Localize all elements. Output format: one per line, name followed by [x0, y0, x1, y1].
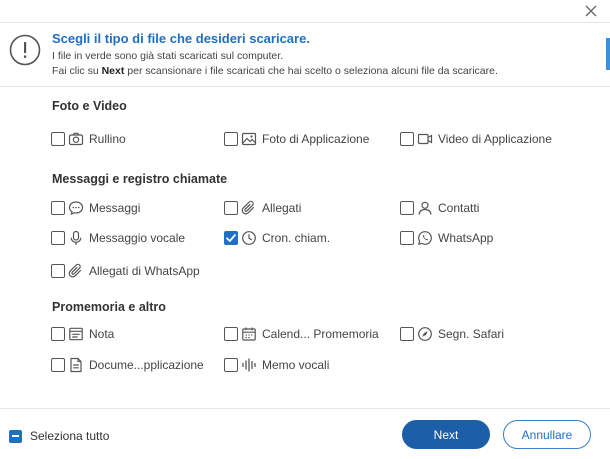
checkbox[interactable]: [224, 358, 238, 372]
option-label: Allegati: [262, 201, 302, 215]
check-icon: [226, 234, 236, 242]
option-label: Foto di Applicazione: [262, 132, 370, 146]
option-label: Nota: [89, 327, 115, 341]
option-video-applicazione[interactable]: Video di Applicazione: [400, 130, 552, 148]
checkbox[interactable]: [400, 327, 414, 341]
exclamation-icon: [9, 34, 41, 66]
close-button[interactable]: [582, 2, 600, 20]
checkbox[interactable]: [51, 231, 65, 245]
banner-text-line2: Fai clic su Next per scansionare i file …: [52, 65, 498, 77]
checkbox[interactable]: [400, 201, 414, 215]
option-allegati[interactable]: Allegati: [224, 199, 301, 217]
option-rullino[interactable]: Rullino: [51, 130, 126, 148]
clock-icon: [241, 230, 257, 246]
checkbox[interactable]: [400, 132, 414, 146]
option-calendario-promemoria[interactable]: Calend... Promemoria: [224, 325, 379, 343]
option-foto-applicazione[interactable]: Foto di Applicazione: [224, 130, 369, 148]
option-contatti[interactable]: Contatti: [400, 199, 479, 217]
option-messaggi[interactable]: Messaggi: [51, 199, 140, 217]
option-allegati-whatsapp[interactable]: Allegati di WhatsApp: [51, 262, 200, 280]
camera-icon: [68, 131, 84, 147]
option-segn-safari[interactable]: Segn. Safari: [400, 325, 504, 343]
checkbox-checked[interactable]: [224, 231, 238, 245]
option-messaggio-vocale[interactable]: Messaggio vocale: [51, 229, 185, 247]
section-title-foto-video: Foto e Video: [52, 99, 127, 113]
option-cron-chiam[interactable]: Cron. chiam.: [224, 229, 330, 247]
option-nota[interactable]: Nota: [51, 325, 114, 343]
checkbox[interactable]: [51, 132, 65, 146]
scrollbar-thumb[interactable]: [606, 38, 610, 70]
banner-title: Scegli il tipo di file che desideri scar…: [52, 31, 310, 46]
option-label: Video di Applicazione: [438, 132, 552, 146]
banner-line2-suffix: per scansionare i file scaricati che hai…: [124, 65, 498, 77]
microphone-icon: [68, 230, 84, 246]
paperclip-icon: [241, 200, 257, 216]
calendar-icon: [241, 326, 257, 342]
select-all-label: Seleziona tutto: [30, 429, 110, 443]
option-label: Calend... Promemoria: [262, 327, 379, 341]
option-label: Contatti: [438, 201, 480, 215]
checkbox[interactable]: [224, 132, 238, 146]
image-icon: [241, 131, 257, 147]
checkbox[interactable]: [51, 264, 65, 278]
section-title-messaggi: Messaggi e registro chiamate: [52, 172, 228, 186]
checkbox[interactable]: [400, 231, 414, 245]
info-banner: Scegli il tipo di file che desideri scar…: [0, 23, 610, 87]
option-label: Docume...pplicazione: [89, 358, 204, 372]
whatsapp-icon: [417, 230, 433, 246]
compass-icon: [417, 326, 433, 342]
close-icon: [585, 5, 597, 17]
option-label: Messaggi: [89, 201, 141, 215]
option-documenti-applicazione[interactable]: Docume...pplicazione: [51, 356, 204, 374]
message-icon: [68, 200, 84, 216]
checkbox[interactable]: [224, 327, 238, 341]
next-button[interactable]: Next: [402, 420, 490, 449]
checkbox[interactable]: [224, 201, 238, 215]
checkbox[interactable]: [51, 327, 65, 341]
option-label: Messaggio vocale: [89, 231, 186, 245]
banner-text-line1: I file in verde sono già stati scaricati…: [52, 50, 284, 62]
checkbox[interactable]: [51, 358, 65, 372]
option-label: WhatsApp: [438, 231, 494, 245]
option-label: Rullino: [89, 132, 126, 146]
option-label: Memo vocali: [262, 358, 330, 372]
banner-line2-next: Next: [101, 65, 125, 77]
checkbox[interactable]: [51, 201, 65, 215]
option-memo-vocali[interactable]: Memo vocali: [224, 356, 329, 374]
banner-line2-prefix: Fai clic su: [52, 65, 102, 77]
waveform-icon: [241, 357, 257, 373]
option-whatsapp[interactable]: WhatsApp: [400, 229, 493, 247]
option-label: Allegati di WhatsApp: [89, 264, 200, 278]
footer-divider: [0, 408, 610, 409]
option-label: Segn. Safari: [438, 327, 505, 341]
paperclip-icon: [68, 263, 84, 279]
cancel-button[interactable]: Annullare: [503, 420, 591, 449]
select-all[interactable]: Seleziona tutto: [9, 429, 109, 443]
section-title-promemoria: Promemoria e altro: [52, 300, 166, 314]
document-icon: [68, 357, 84, 373]
indeterminate-icon: [12, 435, 19, 437]
note-icon: [68, 326, 84, 342]
contact-icon: [417, 200, 433, 216]
option-label: Cron. chiam.: [262, 231, 331, 245]
select-all-checkbox[interactable]: [9, 429, 22, 443]
video-icon: [417, 131, 433, 147]
